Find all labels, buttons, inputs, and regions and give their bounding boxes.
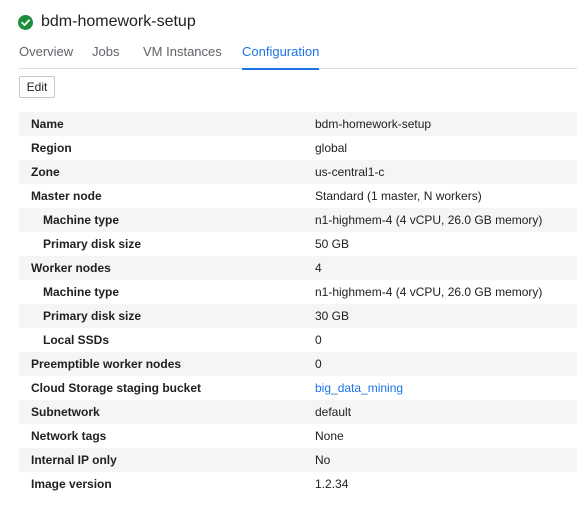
edit-button[interactable]: Edit: [19, 76, 55, 98]
detail-label: Master node: [31, 189, 102, 203]
tab-vm-instances[interactable]: VM Instances: [143, 44, 222, 68]
detail-row-name: Name bdm-homework-setup: [19, 112, 577, 136]
detail-row-subnetwork: Subnetwork default: [19, 400, 577, 424]
tab-bar: Overview Jobs VM Instances Configuration: [19, 38, 577, 70]
tab-overview[interactable]: Overview: [19, 44, 73, 68]
page-header: bdm-homework-setup: [18, 13, 196, 31]
tab-configuration[interactable]: Configuration: [242, 44, 320, 70]
detail-row-image-version: Image version 1.2.34: [19, 472, 577, 496]
detail-value: None: [315, 429, 344, 443]
detail-value: 0: [315, 333, 322, 347]
detail-value: default: [315, 405, 352, 419]
configuration-details: Name bdm-homework-setup Region global Zo…: [19, 112, 577, 496]
detail-label: Preemptible worker nodes: [31, 357, 182, 371]
detail-value: 0: [315, 357, 322, 371]
detail-label: Cloud Storage staging bucket: [31, 381, 202, 395]
detail-value: bdm-homework-setup: [315, 117, 432, 131]
detail-row-local-ssds: Local SSDs 0: [19, 328, 577, 352]
tab-jobs[interactable]: Jobs: [92, 44, 119, 68]
detail-label: Worker nodes: [31, 261, 111, 275]
detail-label: Region: [31, 141, 72, 155]
detail-value: 1.2.34: [315, 477, 349, 491]
detail-label: Internal IP only: [31, 453, 117, 467]
detail-label: Local SSDs: [43, 333, 110, 347]
detail-row-worker-machine-type: Machine type n1-highmem-4 (4 vCPU, 26.0 …: [19, 280, 577, 304]
detail-row-zone: Zone us-central1-c: [19, 160, 577, 184]
detail-label: Machine type: [43, 285, 120, 299]
detail-label: Name: [31, 117, 64, 131]
detail-row-preemptible-workers: Preemptible worker nodes 0: [19, 352, 577, 376]
detail-label: Image version: [31, 477, 112, 491]
detail-row-internal-ip: Internal IP only No: [19, 448, 577, 472]
staging-bucket-link[interactable]: big_data_mining: [315, 381, 403, 395]
detail-label: Zone: [31, 165, 60, 179]
detail-label: Network tags: [31, 429, 107, 443]
detail-value: 50 GB: [315, 237, 350, 251]
check-circle-icon: [18, 14, 33, 30]
detail-value: 30 GB: [315, 309, 350, 323]
page-title: bdm-homework-setup: [41, 13, 196, 30]
detail-label: Primary disk size: [43, 309, 142, 323]
detail-label: Primary disk size: [43, 237, 142, 251]
detail-value: global: [315, 141, 348, 155]
detail-value: 4: [315, 261, 322, 275]
detail-value: n1-highmem-4 (4 vCPU, 26.0 GB memory): [315, 285, 543, 299]
detail-row-staging-bucket: Cloud Storage staging bucket big_data_mi…: [19, 376, 577, 400]
detail-row-region: Region global: [19, 136, 577, 160]
detail-value: Standard (1 master, N workers): [315, 189, 482, 203]
detail-row-network-tags: Network tags None: [19, 424, 577, 448]
detail-value: us-central1-c: [315, 165, 385, 179]
detail-row-master-disk-size: Primary disk size 50 GB: [19, 232, 577, 256]
detail-row-master-machine-type: Machine type n1-highmem-4 (4 vCPU, 26.0 …: [19, 208, 577, 232]
detail-label: Machine type: [43, 213, 120, 227]
detail-row-master-node: Master node Standard (1 master, N worker…: [19, 184, 577, 208]
detail-row-worker-disk-size: Primary disk size 30 GB: [19, 304, 577, 328]
detail-label: Subnetwork: [31, 405, 100, 419]
detail-value: No: [315, 453, 331, 467]
detail-value: n1-highmem-4 (4 vCPU, 26.0 GB memory): [315, 213, 543, 227]
detail-row-worker-nodes: Worker nodes 4: [19, 256, 577, 280]
